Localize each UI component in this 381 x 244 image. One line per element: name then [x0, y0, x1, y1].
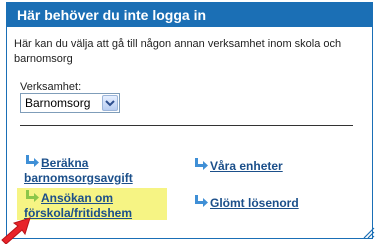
resize-grip-icon[interactable]: [363, 227, 375, 239]
chevron-down-icon[interactable]: [102, 95, 118, 111]
bent-arrow-icon: [26, 155, 39, 167]
bent-arrow-icon: [195, 195, 208, 207]
bent-arrow-icon: [26, 190, 39, 202]
panel-title: Här behöver du inte logga in: [7, 3, 372, 27]
verksamhet-label: Verksamhet:: [20, 81, 82, 93]
verksamhet-selected-value: Barnomsorg: [25, 96, 91, 110]
link-berakna-line1: Beräkna: [41, 156, 89, 170]
red-arrow-pointer-icon: [1, 217, 31, 244]
intro-text: Här kan du välja att gå till någon annan…: [14, 38, 342, 65]
link-berakna-barnomsorgsavgift[interactable]: Beräkna barnomsorgsavgift: [24, 155, 133, 186]
verksamhet-select[interactable]: Barnomsorg: [20, 93, 120, 113]
link-vara-enheter-label: Våra enheter: [210, 159, 283, 173]
link-ansokan-line1: Ansökan om: [41, 191, 114, 205]
link-berakna-line2: barnomsorgsavgift: [24, 171, 133, 185]
link-vara-enheter[interactable]: Våra enheter: [193, 158, 283, 174]
link-ansokan-forskola[interactable]: Ansökan om förskola/fritidshem: [24, 190, 133, 221]
link-glomt-losenord[interactable]: Glömt lösenord: [193, 195, 299, 211]
link-glomt-losenord-label: Glömt lösenord: [210, 196, 299, 210]
bent-arrow-icon: [195, 158, 208, 170]
link-ansokan-line2: förskola/fritidshem: [24, 206, 133, 220]
section-divider: [20, 125, 353, 126]
